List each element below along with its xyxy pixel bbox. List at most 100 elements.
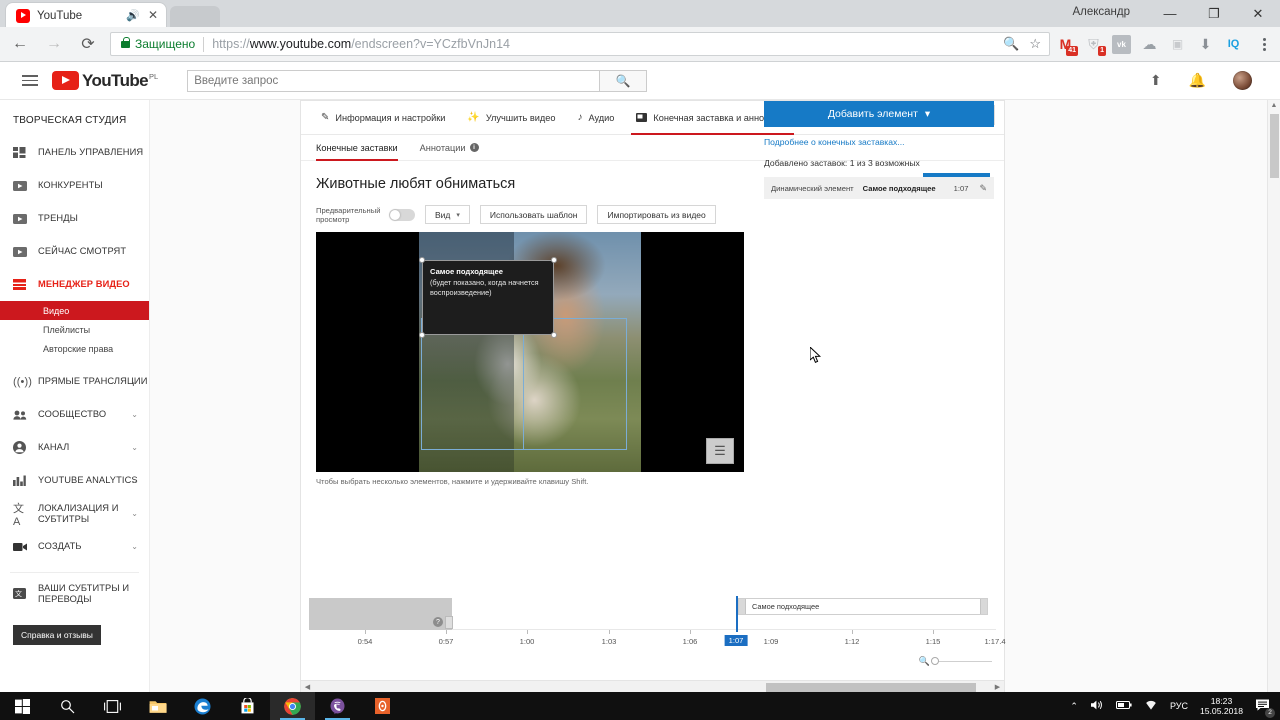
resize-handle-tl[interactable] xyxy=(419,257,425,263)
zoom-slider-knob[interactable] xyxy=(931,657,939,665)
window-user-label[interactable]: Александр xyxy=(1072,6,1130,18)
timeline-element-handle-left[interactable] xyxy=(739,599,746,614)
timeline-region-handle[interactable] xyxy=(445,616,453,629)
search-input[interactable]: Введите запрос xyxy=(187,69,601,92)
forward-icon[interactable]: → xyxy=(40,30,68,58)
timeline-element-handle-right[interactable] xyxy=(980,599,987,614)
microsoft-store-icon[interactable] xyxy=(225,692,270,720)
sidebar-item-analytics[interactable]: YOUTUBE ANALYTICS ⌄ xyxy=(0,464,149,497)
scrollbar-thumb[interactable] xyxy=(766,682,976,692)
clock[interactable]: 18:23 15.05.2018 xyxy=(1200,696,1243,716)
vk-extension-icon[interactable]: vk xyxy=(1112,34,1131,54)
upload-icon[interactable]: ⬆ xyxy=(1150,72,1162,89)
tab-mute-icon[interactable]: 🔊 xyxy=(126,9,140,22)
timeline-horizontal-scrollbar[interactable]: ◀ ▶ xyxy=(301,680,1004,692)
chrome-menu-icon[interactable] xyxy=(1252,37,1276,51)
element-list-item[interactable]: Динамический элемент Самое подходящее 1:… xyxy=(764,177,994,199)
sidebar-item-dashboard[interactable]: ПАНЕЛЬ УПРАВЛЕНИЯ xyxy=(0,136,149,169)
add-element-button[interactable]: Добавить элемент ▾ xyxy=(764,101,994,127)
sidebar-item-create[interactable]: СОЗДАТЬ ⌄ xyxy=(0,530,149,563)
resize-handle-br[interactable] xyxy=(551,332,557,338)
tab-info-settings[interactable]: ✎ Информация и настройки xyxy=(310,101,456,135)
preview-toggle[interactable] xyxy=(389,208,415,221)
timeline[interactable]: ? Самое подходящее 0:54 0:57 1:00 1:03 1… xyxy=(300,594,1006,692)
chrome-icon[interactable] xyxy=(270,692,315,720)
language-indicator[interactable]: РУС xyxy=(1170,701,1188,711)
sidebar-subitem-playlists[interactable]: Плейлисты xyxy=(0,320,149,339)
timeline-zoom-control[interactable]: 🔍 xyxy=(919,656,992,667)
sidebar-item-video-manager[interactable]: МЕНЕДЖЕР ВИДЕО xyxy=(0,268,149,301)
chevron-down-icon[interactable]: ⌄ xyxy=(131,542,138,551)
wifi-icon[interactable] xyxy=(1144,700,1158,713)
file-explorer-icon[interactable] xyxy=(135,692,180,720)
question-icon[interactable]: ? xyxy=(433,617,443,627)
iq-extension-icon[interactable]: IQ xyxy=(1224,35,1243,54)
sidebar-item-your-subtitles[interactable]: 文 ВАШИ СУБТИТРЫ И ПЕРЕВОДЫ xyxy=(0,577,149,610)
sidebar-subitem-videos[interactable]: Видео xyxy=(0,301,149,320)
tab-close-icon[interactable]: ✕ xyxy=(148,7,158,23)
reload-icon[interactable]: ⟳ xyxy=(74,30,102,58)
scroll-left-icon[interactable]: ◀ xyxy=(301,683,314,691)
sidebar-item-watching-now[interactable]: СЕЙЧАС СМОТРЯТ xyxy=(0,235,149,268)
tab-enhance-video[interactable]: ✨ Улучшить видео xyxy=(456,101,566,135)
video-preview[interactable]: Самое подходящее (будет показано, когда … xyxy=(316,232,744,472)
gmail-extension-icon[interactable]: M 41 xyxy=(1056,35,1078,56)
screenshot-extension-icon[interactable]: ▣ xyxy=(1168,35,1187,54)
notifications-icon[interactable]: 2 xyxy=(1255,698,1275,718)
new-tab-button[interactable] xyxy=(170,6,220,27)
chevron-down-icon[interactable]: ⌄ xyxy=(131,377,138,386)
app-orange-icon[interactable] xyxy=(360,692,405,720)
page-search-icon[interactable]: 🔍 xyxy=(1003,36,1019,52)
edge-icon[interactable] xyxy=(180,692,225,720)
search-button[interactable]: 🔍 xyxy=(600,69,648,92)
zoom-slider[interactable] xyxy=(931,657,992,665)
sidebar-item-channel[interactable]: КАНАЛ ⌄ xyxy=(0,431,149,464)
browser-tab-youtube[interactable]: YouTube 🔊 ✕ xyxy=(6,3,166,28)
timeline-playhead[interactable] xyxy=(736,596,738,632)
maximize-button[interactable]: ❐ xyxy=(1192,0,1236,27)
hamburger-icon[interactable] xyxy=(22,75,38,86)
tab-audio[interactable]: ♪ Аудио xyxy=(566,101,625,135)
resize-handle-bl[interactable] xyxy=(419,332,425,338)
start-button[interactable] xyxy=(0,692,45,720)
view-dropdown[interactable]: Вид ▾ xyxy=(425,205,470,224)
timeline-element-bar[interactable]: Самое подходящее xyxy=(738,598,988,615)
timeline-track[interactable]: ? Самое подходящее xyxy=(309,596,996,632)
adblock-shield-extension-icon[interactable]: ⛨ 1 xyxy=(1084,35,1106,56)
address-bar[interactable]: Защищено https://www.youtube.com/endscre… xyxy=(110,32,1050,56)
sidebar-item-trends[interactable]: ТРЕНДЫ xyxy=(0,202,149,235)
battery-icon[interactable] xyxy=(1115,700,1132,712)
download-extension-icon[interactable]: ⬇ xyxy=(1196,35,1215,54)
chevron-down-icon[interactable]: ⌄ xyxy=(131,410,138,419)
sidebar-item-localization[interactable]: 文A ЛОКАЛИЗАЦИЯ И СУБТИТРЫ ⌄ xyxy=(0,497,149,530)
use-template-button[interactable]: Использовать шаблон xyxy=(479,205,588,224)
viber-icon[interactable] xyxy=(315,692,360,720)
close-window-button[interactable]: ✕ xyxy=(1236,0,1280,27)
task-view-icon[interactable] xyxy=(90,692,135,720)
avatar[interactable] xyxy=(1233,71,1252,90)
sidebar-item-community[interactable]: СООБЩЕСТВО ⌄ xyxy=(0,398,149,431)
subtab-annotations[interactable]: Аннотации i xyxy=(420,135,479,161)
resize-handle-tr[interactable] xyxy=(551,257,557,263)
chevron-down-icon[interactable]: ⌄ xyxy=(131,509,138,518)
cloud-extension-icon[interactable]: ☁ xyxy=(1140,35,1159,54)
bookmark-star-icon[interactable]: ☆ xyxy=(1029,36,1041,52)
help-feedback-button[interactable]: Справка и отзывы xyxy=(13,625,101,645)
subtab-endscreens[interactable]: Конечные заставки xyxy=(316,135,398,161)
minimize-button[interactable]: — xyxy=(1148,0,1192,27)
chevron-down-icon[interactable]: ⌄ xyxy=(131,476,138,485)
tray-chevron-icon[interactable]: ⌃ xyxy=(1070,701,1078,712)
youtube-logo[interactable]: YouTube PL xyxy=(52,71,158,90)
learn-more-link[interactable]: Подробнее о конечных заставках... xyxy=(764,137,994,147)
scroll-up-icon[interactable]: ▲ xyxy=(1268,100,1280,112)
import-from-video-button[interactable]: Импортировать из видео xyxy=(597,205,716,224)
endscreen-element-overlay[interactable]: Самое подходящее (будет показано, когда … xyxy=(422,260,554,335)
page-scrollbar-thumb[interactable] xyxy=(1270,114,1279,178)
sidebar-item-competitors[interactable]: КОНКУРЕНТЫ xyxy=(0,169,149,202)
scroll-right-icon[interactable]: ▶ xyxy=(991,683,1004,691)
page-scrollbar[interactable]: ▲ xyxy=(1267,100,1280,692)
sidebar-subitem-copyright[interactable]: Авторские права xyxy=(0,339,149,358)
bell-icon[interactable]: 🔔 xyxy=(1189,72,1206,89)
volume-icon[interactable] xyxy=(1090,699,1104,713)
back-icon[interactable]: ← xyxy=(6,30,34,58)
